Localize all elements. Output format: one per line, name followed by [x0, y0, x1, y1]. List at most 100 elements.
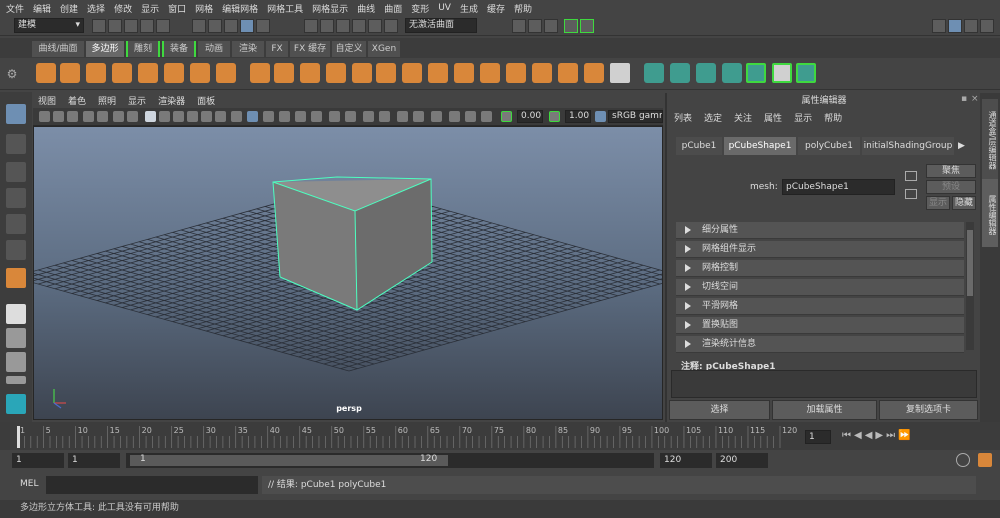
- menu-item-14[interactable]: UV: [438, 3, 451, 13]
- append-icon[interactable]: [532, 63, 552, 83]
- menu-item-7[interactable]: 网格: [195, 2, 213, 15]
- shelf-tab-7[interactable]: FX 缓存: [290, 41, 330, 57]
- section-2[interactable]: 网格控制: [676, 260, 964, 277]
- automatic-map-icon[interactable]: [722, 63, 742, 83]
- checker-icon[interactable]: [610, 63, 630, 83]
- ipr-render-icon[interactable]: [528, 19, 542, 33]
- fill-hole-icon[interactable]: [558, 63, 578, 83]
- last-tool-cube-icon[interactable]: [6, 268, 26, 288]
- poly-pipe-icon[interactable]: [216, 63, 236, 83]
- select-object-icon[interactable]: [208, 19, 222, 33]
- shelf-tab-4[interactable]: 动画: [198, 41, 230, 57]
- gear-icon[interactable]: ⚙: [6, 62, 18, 86]
- use-lights-icon[interactable]: [201, 111, 212, 122]
- uv-editor-icon[interactable]: [746, 63, 766, 83]
- section-1[interactable]: 网格组件显示: [676, 241, 964, 258]
- range-slider[interactable]: 1 120: [126, 453, 654, 468]
- redo-icon[interactable]: [156, 19, 170, 33]
- color-space-field[interactable]: sRGB gamm: [608, 110, 663, 123]
- viewport-menu-1[interactable]: 着色: [68, 94, 86, 107]
- depth-of-field-icon[interactable]: [329, 111, 340, 122]
- image-plane-icon[interactable]: [83, 111, 94, 122]
- smooth-shade-icon[interactable]: [159, 111, 170, 122]
- color-management-icon[interactable]: [595, 111, 606, 122]
- film-gate-icon[interactable]: [113, 111, 124, 122]
- new-scene-icon[interactable]: [92, 19, 106, 33]
- lasso-tool-icon[interactable]: [6, 134, 26, 154]
- shelf-tab-3[interactable]: 装备: [162, 41, 196, 57]
- attr-menu-5[interactable]: 帮助: [824, 111, 842, 124]
- attr-scroll-thumb[interactable]: [967, 230, 973, 296]
- side-by-side-icon[interactable]: [6, 352, 26, 372]
- spherical-map-icon[interactable]: [696, 63, 716, 83]
- shelf-tab-0[interactable]: 曲线/曲面: [32, 41, 84, 57]
- smooth-icon[interactable]: [326, 63, 346, 83]
- viewport-4-icon[interactable]: [481, 111, 492, 122]
- poly-cylinder-icon[interactable]: [86, 63, 106, 83]
- poly-sphere-icon[interactable]: [36, 63, 56, 83]
- snap-curve-icon[interactable]: [320, 19, 334, 33]
- menu-item-5[interactable]: 显示: [141, 2, 159, 15]
- shadows-icon[interactable]: [215, 111, 226, 122]
- four-view-icon[interactable]: [6, 328, 26, 348]
- menu-item-0[interactable]: 文件: [6, 2, 24, 15]
- ambient-occlusion-icon[interactable]: [279, 111, 290, 122]
- motion-blur-icon[interactable]: [311, 111, 322, 122]
- xray-joints-icon[interactable]: [263, 111, 274, 122]
- attr-scrollbar[interactable]: [966, 222, 974, 350]
- menu-item-3[interactable]: 选择: [87, 2, 105, 15]
- section-5[interactable]: 置换贴图: [676, 317, 964, 334]
- poly-cone-icon[interactable]: [112, 63, 132, 83]
- input-node-icon[interactable]: [905, 171, 917, 181]
- select-mode-active-icon[interactable]: [240, 19, 254, 33]
- exposure-icon[interactable]: [501, 111, 512, 122]
- camera-attr-icon[interactable]: [53, 111, 64, 122]
- bevel-icon[interactable]: [480, 63, 500, 83]
- textured-icon[interactable]: [187, 111, 198, 122]
- poly-torus-icon[interactable]: [164, 63, 184, 83]
- wireframe-on-shaded-icon[interactable]: [173, 111, 184, 122]
- viewport-menu-3[interactable]: 显示: [128, 94, 146, 107]
- mesh-name-field[interactable]: pCubeShape1: [782, 179, 895, 195]
- attr-menu-2[interactable]: 关注: [734, 111, 752, 124]
- node-tab-1[interactable]: pCubeShape1: [724, 137, 796, 155]
- resolution-gate-icon[interactable]: [127, 111, 138, 122]
- anti-alias-icon[interactable]: [295, 111, 306, 122]
- select-hierarchy-icon[interactable]: [192, 19, 206, 33]
- insert-edge-loop-icon[interactable]: [584, 63, 604, 83]
- scale-tool-icon[interactable]: [6, 240, 26, 260]
- node-tab-2[interactable]: polyCube1: [798, 137, 860, 155]
- menu-item-6[interactable]: 窗口: [168, 2, 186, 15]
- menu-item-13[interactable]: 变形: [411, 2, 429, 15]
- section-0[interactable]: 细分属性: [676, 222, 964, 239]
- viewport-menu-5[interactable]: 面板: [197, 94, 215, 107]
- section-6[interactable]: 渲染统计信息: [676, 336, 964, 353]
- float-icon[interactable]: ▪: [961, 94, 967, 104]
- side-tab-channel-box[interactable]: 通道盒/层编辑器: [982, 99, 998, 179]
- current-time-indicator[interactable]: [17, 426, 20, 448]
- pan-zoom-icon[interactable]: [413, 111, 424, 122]
- poly-cube-icon[interactable]: [60, 63, 80, 83]
- menu-item-12[interactable]: 曲面: [384, 2, 402, 15]
- attr-menu-3[interactable]: 属性: [764, 111, 782, 124]
- undo-icon[interactable]: [140, 19, 154, 33]
- make-live-icon[interactable]: [384, 19, 398, 33]
- menu-item-16[interactable]: 缓存: [487, 2, 505, 15]
- shelf-tab-8[interactable]: 自定义: [332, 41, 366, 57]
- close-icon[interactable]: ×: [971, 94, 979, 104]
- camera-icon[interactable]: [39, 111, 50, 122]
- open-scene-icon[interactable]: [108, 19, 122, 33]
- start-frame-field[interactable]: 1: [12, 453, 64, 468]
- extract-icon[interactable]: [300, 63, 320, 83]
- extrude-icon[interactable]: [454, 63, 474, 83]
- snap-point-icon[interactable]: [336, 19, 350, 33]
- snap-grid-icon[interactable]: [304, 19, 318, 33]
- poly-pyramid-icon[interactable]: [190, 63, 210, 83]
- time-slider[interactable]: 1 5 10 15 20 25 30 35 40 45 50 55 60 65 70 75 80 85 90 95 10…: [0, 422, 1000, 450]
- attr-menu-0[interactable]: 列表: [674, 111, 692, 124]
- live-surface-field[interactable]: 无激活曲面: [405, 18, 477, 33]
- section-3[interactable]: 切线空间: [676, 279, 964, 296]
- channel-box-toggle-icon[interactable]: [964, 19, 978, 33]
- menu-item-17[interactable]: 帮助: [514, 2, 532, 15]
- viewport-menu-4[interactable]: 渲染器: [158, 94, 185, 107]
